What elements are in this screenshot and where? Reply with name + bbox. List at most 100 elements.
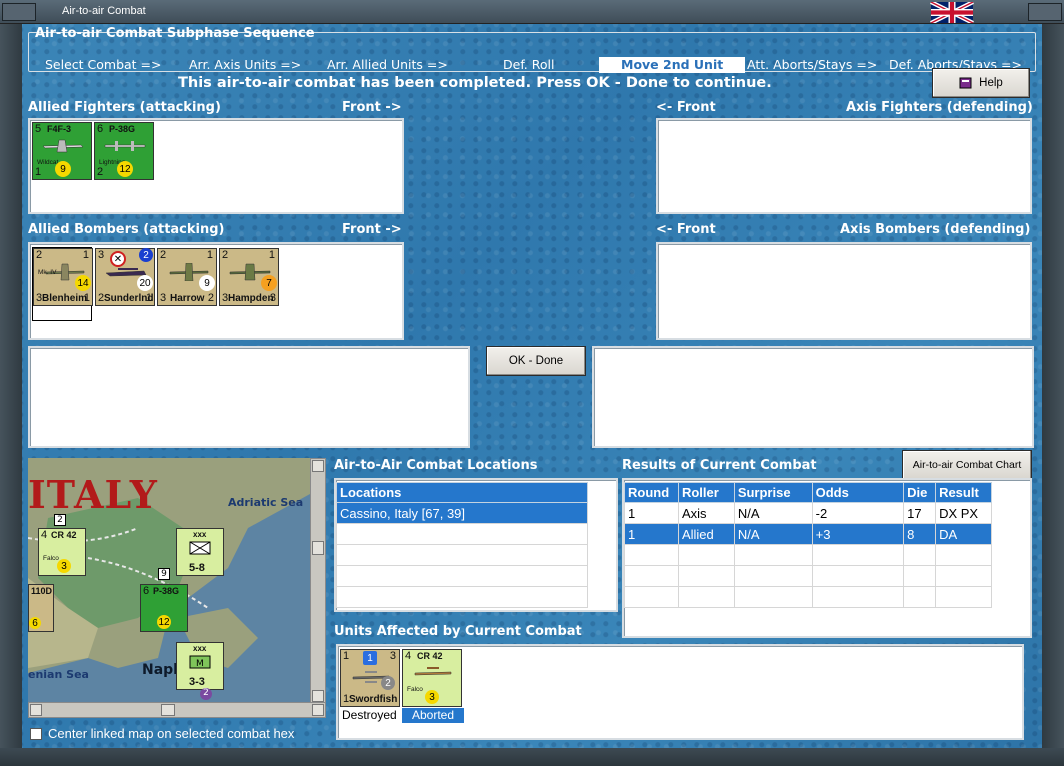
allied-info-box — [28, 346, 470, 448]
air-combat-chart-button[interactable]: Air-to-air Combat Chart — [902, 450, 1032, 480]
infantry-symbol-icon — [189, 541, 211, 555]
scroll-left-arrow-icon[interactable] — [30, 704, 42, 716]
svg-text:M: M — [196, 659, 204, 669]
location-cell: Cassino, Italy [67, 39] — [336, 502, 588, 524]
system-menu-button[interactable] — [2, 3, 36, 21]
fighter-plane-icon — [42, 139, 84, 153]
cell-surprise: N/A — [733, 523, 813, 545]
bottom-frame — [0, 748, 1064, 766]
counter-attack: 3 — [98, 249, 105, 261]
results-header-surprise: Surprise — [733, 482, 813, 503]
affected-units-box: 1 1 3 2 1 Swordfish Destroyed 4 CR 42 Fa… — [336, 644, 1024, 740]
counter-badge: 2 — [139, 248, 153, 262]
stack-count: 9 — [158, 568, 170, 580]
right-frame — [1042, 24, 1064, 766]
map-label-adriatic: Adriatic Sea — [228, 496, 304, 509]
fighter-counter-p38g[interactable]: 6 P-38G Lightning 2 12 — [94, 122, 154, 180]
cell-odds: -2 — [811, 502, 905, 524]
locations-list-box: Locations Cassino, Italy [67, 39] — [334, 478, 618, 612]
help-button-label: Help — [979, 77, 1003, 89]
allied-fighters-box: 5 F4F-3 Wildcat 1 9 6 P-38G Lightning 2 … — [28, 118, 404, 214]
map-counter-xxx-33[interactable]: xxx M 3-3 — [176, 642, 224, 690]
counter-bottom-right: 3 — [269, 292, 276, 304]
bomber-counter-harrow[interactable]: 2 1 3 Harrow 2 9 — [157, 248, 217, 306]
horizontal-scroll-thumb[interactable] — [161, 704, 175, 716]
cell-result: DX PX — [935, 502, 992, 524]
center-map-checkbox[interactable] — [30, 728, 42, 740]
bomber-counter-sunderland[interactable]: 3 ✕ 2 2 Sunderlnd 1 20 — [95, 248, 155, 306]
counter-attack: 2 — [160, 249, 167, 261]
fighter-plane-icon — [104, 141, 146, 151]
counter-range: 2 — [97, 166, 104, 178]
affected-counter-swordfish[interactable]: 1 1 3 2 1 Swordfish — [340, 649, 400, 707]
counter-subtitle: Falco — [43, 555, 59, 562]
axis-fighters-label: Axis Fighters (defending) — [846, 100, 1033, 115]
allied-fighters-label: Allied Fighters (attacking) — [28, 100, 221, 115]
results-header-result: Result — [935, 482, 992, 503]
seq-step-att-aborts: Att. Aborts/Stays => — [747, 57, 878, 72]
counter-defense: 3 — [389, 650, 396, 662]
counter-strength: 12 — [117, 161, 133, 177]
bomber-counter-hampden[interactable]: 2 1 3 Hampden 3 7 — [219, 248, 279, 306]
scroll-down-arrow-icon[interactable] — [312, 690, 324, 702]
affected-counter-cr42[interactable]: 4 CR 42 Falco 3 — [402, 649, 462, 707]
counter-name: CR 42 — [51, 530, 77, 540]
stack-count: 2 — [200, 688, 212, 700]
vertical-scroll-thumb[interactable] — [312, 541, 324, 555]
axis-bombers-label: Axis Bombers (defending) — [840, 222, 1031, 237]
axis-bombers-front: <- Front — [656, 222, 716, 237]
cell-die: 17 — [903, 502, 937, 524]
counter-strength: 3 — [425, 690, 439, 704]
air-to-air-combat-window: Air-to-air Combat Air-to-air Combat Subp… — [0, 0, 1064, 766]
window-title: Air-to-air Combat — [62, 5, 146, 17]
ok-done-button[interactable]: OK - Done — [486, 346, 586, 376]
results-header-round: Round — [624, 482, 679, 503]
results-header-roller: Roller — [677, 482, 735, 503]
main-panel: Air-to-air Combat Subphase Sequence Sele… — [22, 24, 1042, 748]
counter-strength: 14 — [75, 275, 91, 291]
results-row-empty — [624, 565, 992, 587]
help-book-icon — [959, 77, 972, 89]
map-label-tyrrhenian: enian Sea — [28, 668, 89, 681]
help-button[interactable]: Help — [932, 68, 1030, 98]
scroll-right-arrow-icon[interactable] — [312, 704, 324, 716]
scroll-up-arrow-icon[interactable] — [312, 460, 324, 472]
cell-roller: Axis — [677, 502, 735, 524]
counter-strength: 6 — [29, 617, 41, 629]
allied-bombers-box: 2 1 Mk. IV 3 Blenheim 1 14 3 ✕ 2 2 Sunde… — [28, 242, 404, 340]
results-row-empty — [624, 544, 992, 566]
counter-name: Blenheim — [42, 293, 88, 304]
map-vertical-scrollbar[interactable] — [310, 458, 326, 704]
counter-name: Swordfish — [349, 694, 398, 705]
axis-fighters-front: <- Front — [656, 100, 716, 115]
counter-strength: 9 — [199, 275, 215, 291]
seq-step-select-combat: Select Combat => — [45, 57, 162, 72]
center-map-checkbox-label: Center linked map on selected combat hex — [48, 726, 295, 741]
cell-die: 8 — [903, 523, 937, 545]
results-row[interactable]: 1 Allied N/A +3 8 DA — [624, 523, 992, 545]
cell-round: 1 — [624, 523, 679, 545]
location-row-empty — [336, 565, 588, 587]
map-horizontal-scrollbar[interactable] — [28, 702, 326, 718]
map-label-italy: ITALY — [28, 472, 158, 517]
fighter-counter-f4f3[interactable]: 5 F4F-3 Wildcat 1 9 — [32, 122, 92, 180]
counter-bottom-right: 1 — [145, 292, 152, 304]
mini-map[interactable]: ITALY Adriatic Sea Napl enian Sea 2 4 CR… — [28, 458, 310, 704]
sequence-title: Air-to-air Combat Subphase Sequence — [35, 26, 315, 41]
map-label-naples: Napl — [142, 662, 178, 678]
map-counter-p38g[interactable]: 6 P-38G 12 — [140, 584, 188, 632]
map-counter-110d[interactable]: 110D 6 — [28, 584, 54, 632]
results-row[interactable]: 1 Axis N/A -2 17 DX PX — [624, 502, 992, 524]
biplane-icon — [414, 667, 452, 676]
location-row[interactable]: Cassino, Italy [67, 39] — [336, 502, 588, 524]
bomber-counter-blenheim[interactable]: 2 1 Mk. IV 3 Blenheim 1 14 — [33, 248, 93, 306]
title-bar: Air-to-air Combat — [0, 0, 1064, 24]
map-counter-cr42[interactable]: 4 CR 42 Falco 3 — [38, 528, 86, 576]
allied-bombers-front: Front -> — [342, 222, 402, 237]
location-row-empty — [336, 523, 588, 545]
counter-name: P-38G — [109, 124, 136, 134]
window-control-button[interactable] — [1028, 3, 1062, 21]
cell-result: DA — [935, 523, 992, 545]
counter-badge: 1 — [363, 651, 377, 665]
map-counter-xxx-58[interactable]: xxx 5-8 — [176, 528, 224, 576]
